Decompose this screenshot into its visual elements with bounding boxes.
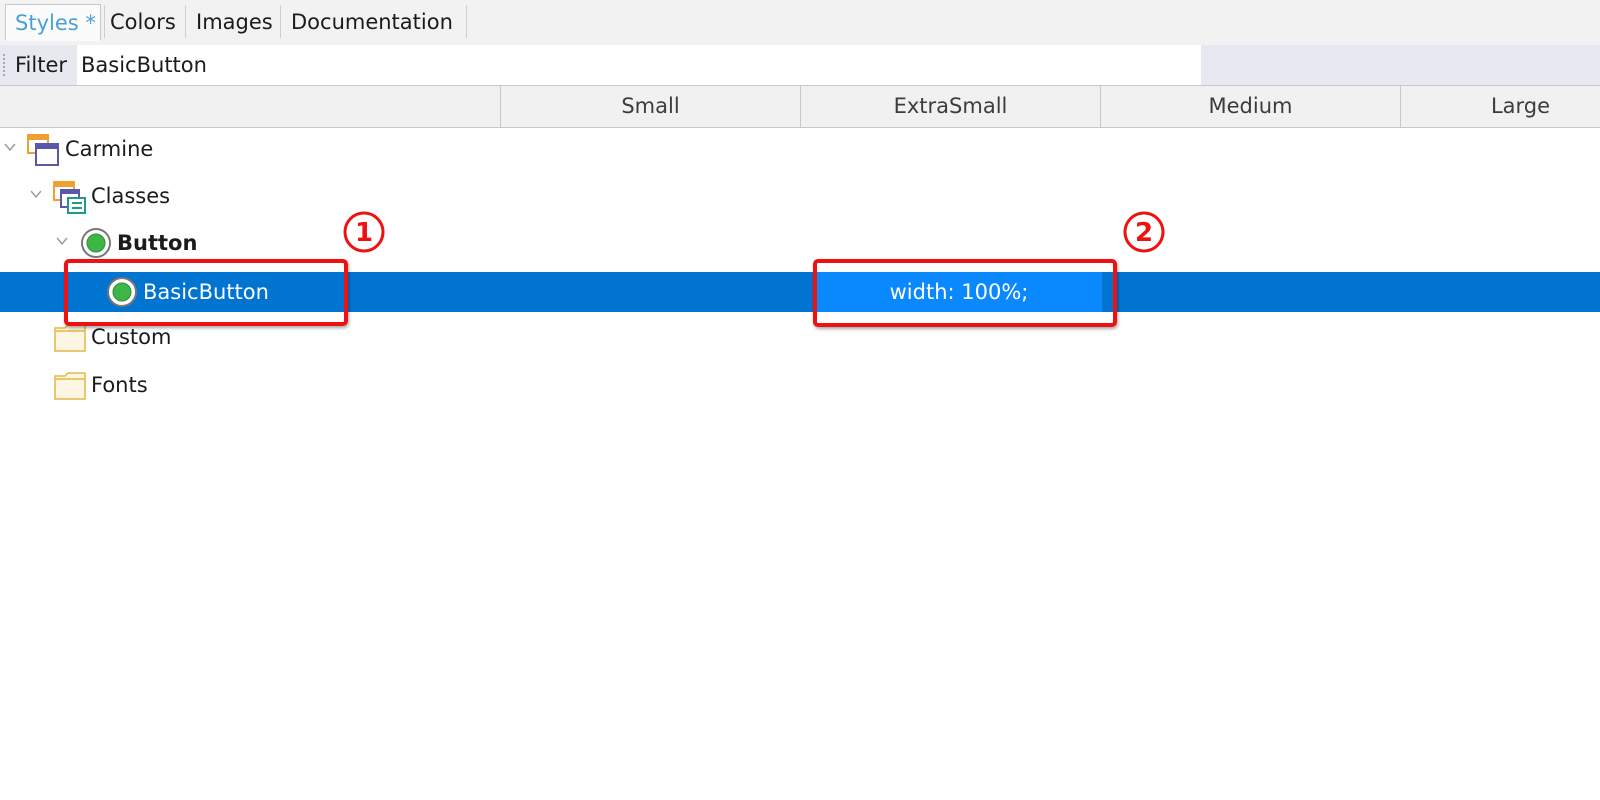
callout-number-text: 2 <box>1135 218 1153 248</box>
chevron-down-icon[interactable] <box>30 188 42 200</box>
filter-label: Filter <box>15 53 68 77</box>
tab-separator <box>466 5 467 38</box>
tree-label: Fonts <box>91 373 148 397</box>
column-header-name[interactable] <box>0 86 500 127</box>
toolbar-grip[interactable] <box>3 54 5 76</box>
column-header-large[interactable]: Large <box>1400 86 1600 127</box>
column-header-small[interactable]: Small <box>500 86 800 127</box>
callout-box-1 <box>64 259 348 326</box>
tree-row-carmine[interactable]: Carmine <box>0 129 1600 169</box>
chevron-down-icon[interactable] <box>4 141 16 153</box>
chevron-down-icon[interactable] <box>56 235 68 247</box>
tab-strip: Styles * Colors Images Documentation <box>0 0 1600 45</box>
tab-separator <box>185 5 186 38</box>
tree-row-fonts[interactable]: Fonts <box>0 365 1600 405</box>
classes-icon <box>53 181 86 214</box>
tab-images[interactable]: Images <box>187 4 277 41</box>
column-header-extrasmall[interactable]: ExtraSmall <box>800 86 1100 127</box>
callout-number-text: 1 <box>355 218 373 248</box>
class-circle-icon <box>81 228 111 258</box>
folder-icon <box>54 324 86 352</box>
callout-number-2: 2 <box>1123 211 1165 253</box>
column-header-row: Small ExtraSmall Medium Large <box>0 85 1600 128</box>
tree-row-classes[interactable]: Classes <box>0 176 1600 216</box>
theme-object-icon <box>27 134 59 166</box>
tab-colors[interactable]: Colors <box>101 4 183 41</box>
callout-number-1: 1 <box>343 211 385 253</box>
callout-box-2 <box>813 259 1117 327</box>
tab-separator <box>280 5 281 38</box>
tree-label: Classes <box>91 184 171 208</box>
folder-icon <box>54 372 86 400</box>
filter-bar: Filter <box>0 45 1600 85</box>
tree-label: Button <box>117 231 198 255</box>
filter-input[interactable] <box>77 45 1201 85</box>
tree-row-button[interactable]: Button <box>0 223 1600 263</box>
column-header-medium[interactable]: Medium <box>1100 86 1400 127</box>
tab-styles[interactable]: Styles * <box>5 4 101 41</box>
tab-documentation[interactable]: Documentation <box>282 4 462 41</box>
tree-label: Carmine <box>65 137 154 161</box>
